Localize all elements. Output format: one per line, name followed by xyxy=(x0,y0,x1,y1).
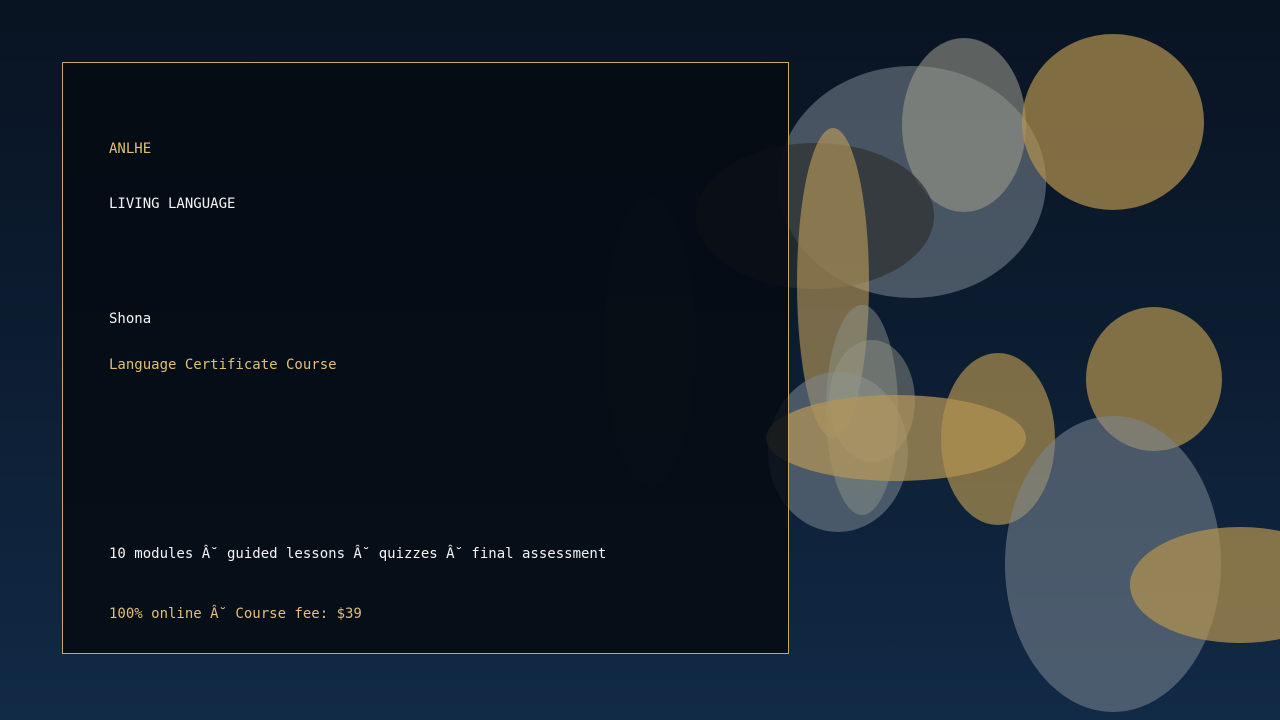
course-pricing: 100% online Â˘ Course fee: $39 xyxy=(109,606,362,622)
course-features: 10 modules Â˘ guided lessons Â˘ quizzes … xyxy=(109,546,607,562)
course-title: Language Certificate Course xyxy=(109,357,337,373)
bokeh-ellipse xyxy=(1022,34,1204,210)
brand-label: ANLHE xyxy=(109,141,152,157)
course-info-panel: ANLHE LIVING LANGUAGE Shona Language Cer… xyxy=(62,62,789,654)
language-name: Shona xyxy=(109,311,152,327)
kicker-text: LIVING LANGUAGE xyxy=(109,196,236,212)
